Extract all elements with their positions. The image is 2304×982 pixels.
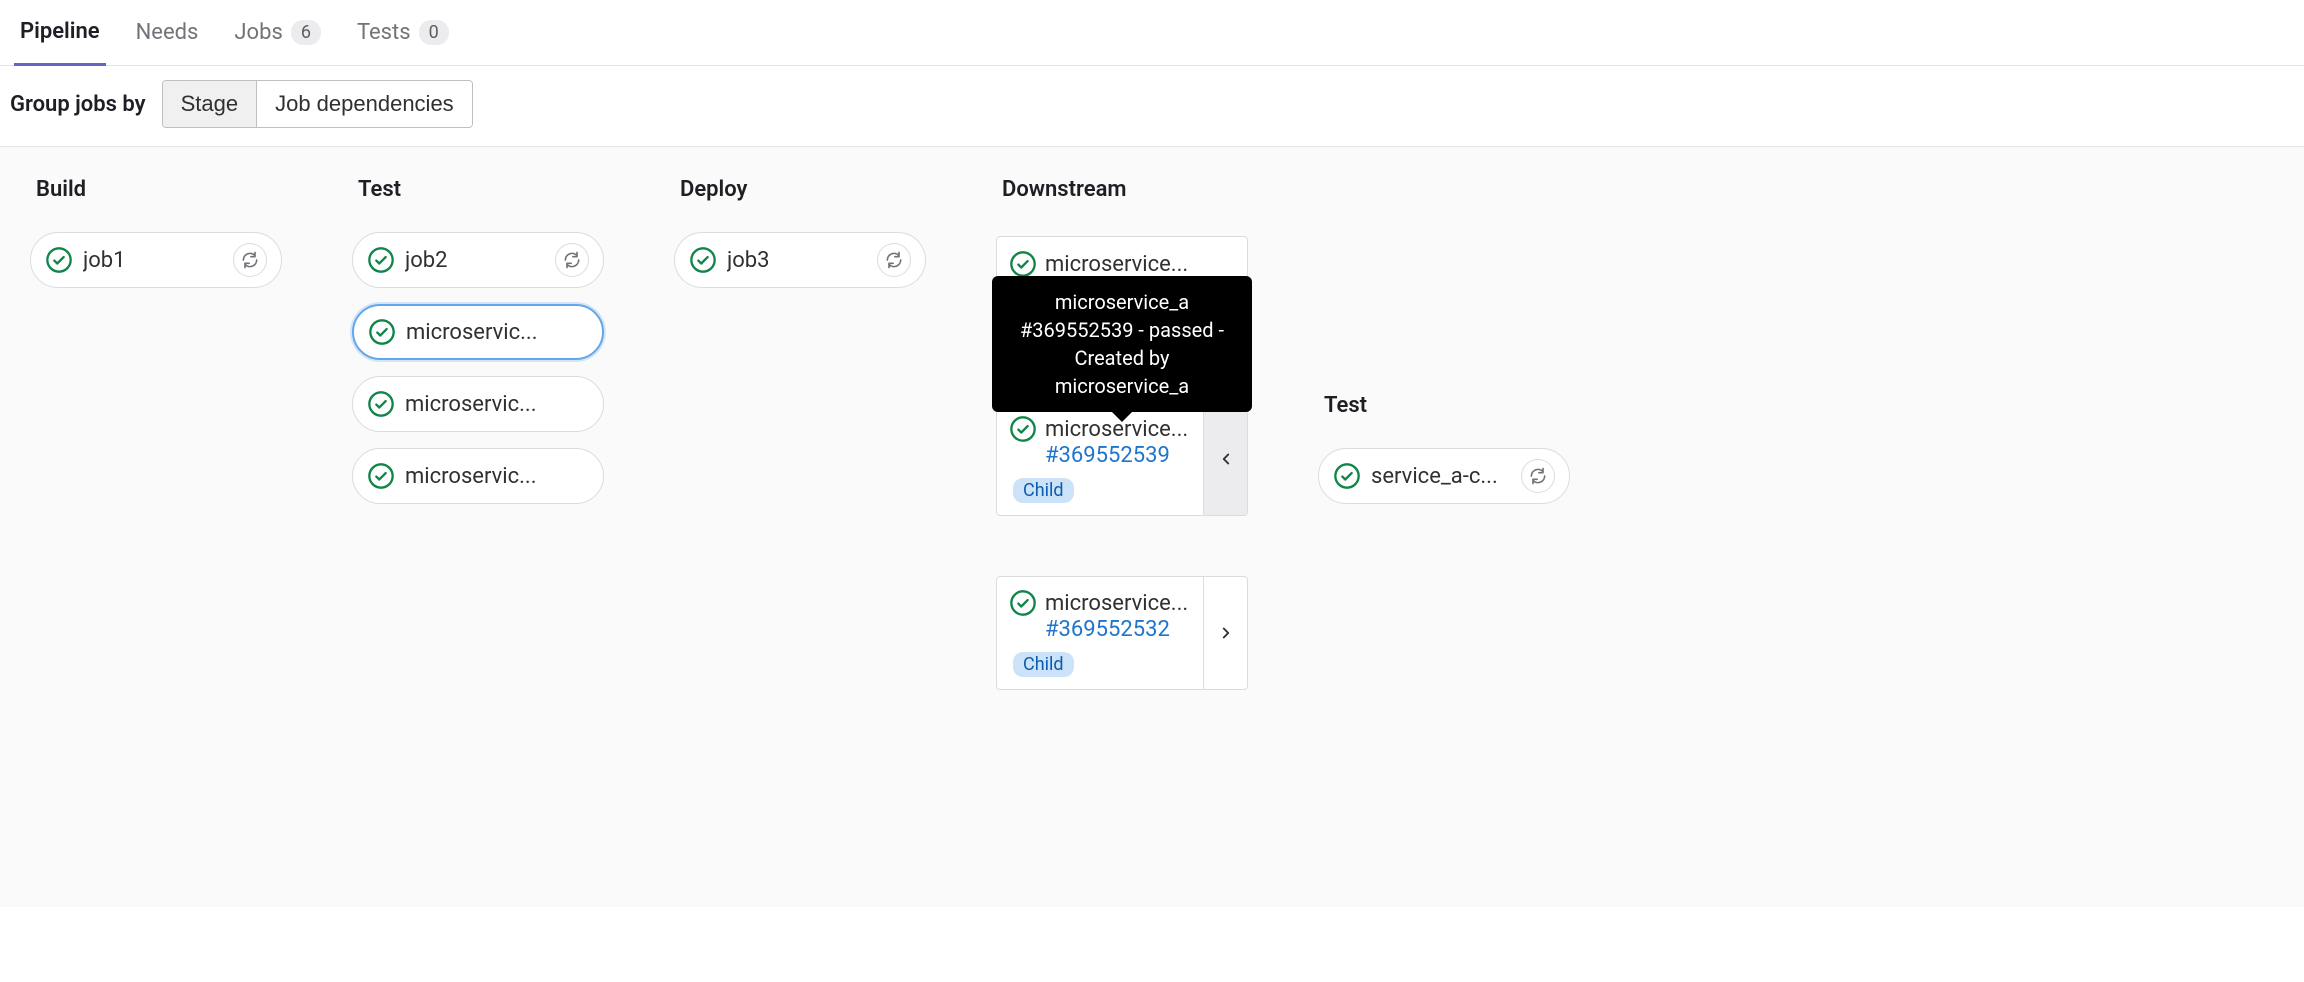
job-name: microservic... [405,464,589,489]
jobs-count-badge: 6 [291,20,321,45]
job-pill[interactable]: microservic... [352,448,604,504]
pipeline-canvas[interactable]: Build job1 Test job2 microservic [0,147,2304,907]
retry-button[interactable] [233,243,267,277]
status-passed-icon [367,462,395,490]
stage-title: Test [352,177,604,202]
status-passed-icon [45,246,73,274]
filter-bar: Group jobs by Stage Job dependencies [0,66,2304,147]
job-name: job1 [83,248,223,273]
tab-jobs[interactable]: Jobs 6 [228,0,327,65]
tooltip-text: microservice_a #369552539 - passed - Cre… [1020,290,1224,398]
status-passed-icon [367,390,395,418]
stage-title: Downstream [996,177,1248,202]
stage-title: Deploy [674,177,926,202]
tests-count-badge: 0 [419,20,449,45]
retry-icon [240,250,260,270]
downstream-name: microservice... [1045,252,1188,277]
job-pill[interactable]: microservic... [352,304,604,360]
job-name: job3 [727,248,867,273]
child-badge: Child [1013,652,1074,677]
stage-test: Test job2 microservic... microservic... … [352,177,604,504]
status-passed-icon [368,318,396,346]
retry-button[interactable] [877,243,911,277]
tab-pipeline[interactable]: Pipeline [14,1,106,66]
group-deps-button[interactable]: Job dependencies [256,81,472,127]
stage-downstream: Downstream microservice... microservice_… [996,177,1248,690]
retry-icon [562,250,582,270]
stage-deploy: Deploy job3 [674,177,926,288]
job-pill[interactable]: service_a-c... [1318,448,1570,504]
status-passed-icon [689,246,717,274]
tab-tests-label: Tests [357,20,411,45]
expanded-downstream-stage: Test service_a-c... [1318,177,1570,504]
job-pill[interactable]: job3 [674,232,926,288]
status-passed-icon [1009,415,1037,443]
retry-button[interactable] [1521,459,1555,493]
status-passed-icon [1333,462,1361,490]
job-name: job2 [405,248,545,273]
job-name: service_a-c... [1371,464,1511,489]
group-segment: Stage Job dependencies [162,80,473,128]
job-pill[interactable]: job2 [352,232,604,288]
status-passed-icon [1009,589,1037,617]
job-name: microservic... [405,392,589,417]
retry-icon [1528,466,1548,486]
job-name: microservic... [406,320,588,345]
tabs: Pipeline Needs Jobs 6 Tests 0 [0,0,2304,66]
stage-title: Build [30,177,282,202]
job-pill[interactable]: microservic... [352,376,604,432]
group-jobs-label: Group jobs by [10,92,146,117]
job-pill[interactable]: job1 [30,232,282,288]
pipeline-id-link[interactable]: #369552532 [1045,617,1191,642]
status-passed-icon [367,246,395,274]
tab-needs[interactable]: Needs [130,0,205,65]
downstream-name: microservice... [1045,591,1191,616]
retry-button[interactable] [555,243,589,277]
retry-icon [884,250,904,270]
group-stage-button[interactable]: Stage [163,81,257,127]
tooltip: microservice_a #369552539 - passed - Cre… [992,276,1252,412]
expand-button[interactable] [1203,577,1247,689]
tab-jobs-label: Jobs [234,20,282,45]
chevron-right-icon [1217,624,1235,642]
stage-title: Test [1318,393,1570,418]
child-badge: Child [1013,478,1074,503]
expand-button[interactable] [1203,403,1247,515]
stage-build: Build job1 [30,177,282,288]
status-passed-icon [1009,250,1037,278]
chevron-left-icon [1217,450,1235,468]
tab-tests[interactable]: Tests 0 [351,0,455,65]
pipeline-id-link[interactable]: #369552539 [1045,443,1191,468]
downstream-card[interactable]: microservice... #369552532 Child [996,576,1248,690]
